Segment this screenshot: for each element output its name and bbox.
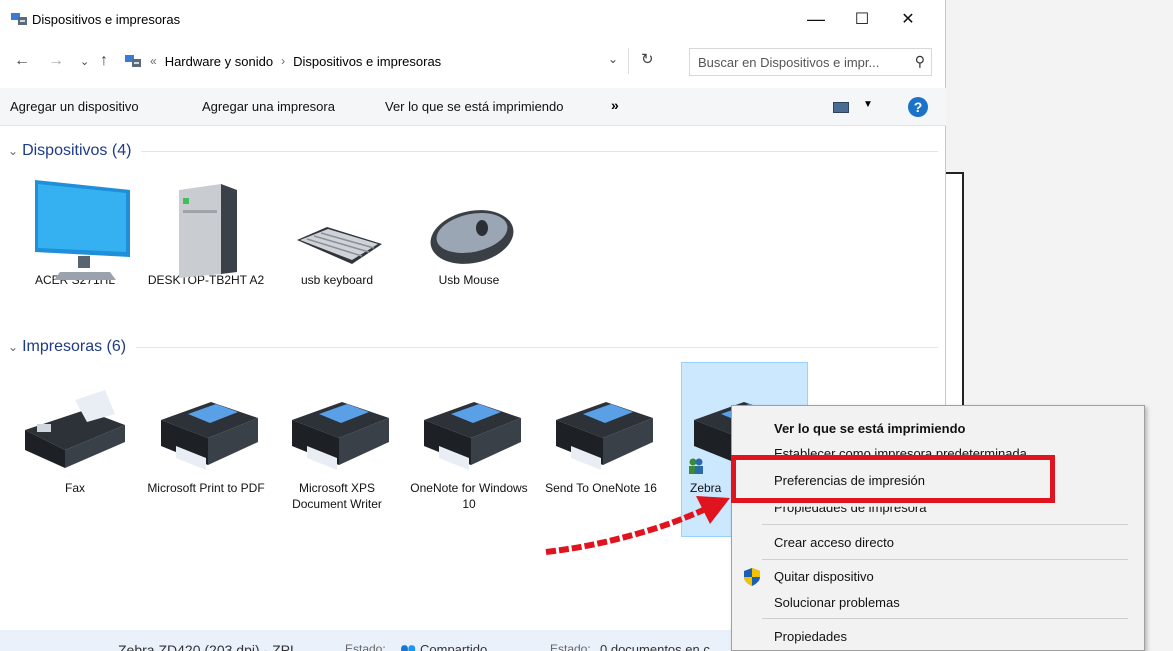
printers-group-title: Impresoras (6) xyxy=(22,338,127,355)
group-divider xyxy=(141,150,938,152)
view-options-chevron-icon[interactable]: ▼ xyxy=(863,99,873,110)
refresh-icon[interactable]: ↻ xyxy=(641,50,654,68)
context-menu: Ver lo que se está imprimiendo Establece… xyxy=(731,405,1145,651)
printer-icon xyxy=(424,402,521,470)
printer-label: Microsoft XPS Document Writer xyxy=(292,481,382,511)
status-state-label: Estado: xyxy=(345,642,386,651)
monitor-icon xyxy=(35,180,130,280)
back-arrow-icon[interactable]: ← xyxy=(14,52,30,70)
breadcrumb-devices-printers[interactable]: Dispositivos e impresoras xyxy=(293,54,441,69)
device-item-desktop[interactable]: DESKTOP-TB2HT A2 xyxy=(146,172,266,288)
address-dropdown-icon[interactable]: ⌄ xyxy=(608,52,618,66)
menu-separator xyxy=(762,559,1128,560)
add-device-button[interactable]: Agregar un dispositivo xyxy=(10,99,139,114)
command-bar: Agregar un dispositivo Agregar una impre… xyxy=(0,88,946,126)
collapse-chevron-icon[interactable]: ⌄ xyxy=(8,340,18,354)
printer-item-onenote-win10[interactable]: OneNote for Windows 10 xyxy=(409,380,529,512)
printer-label: Fax xyxy=(64,481,85,495)
change-view-icon[interactable] xyxy=(833,102,849,113)
menu-item-see-printing[interactable]: Ver lo que se está imprimiendo xyxy=(774,421,965,436)
recent-locations-chevron-icon[interactable]: ⌄ xyxy=(80,55,89,68)
forward-arrow-icon[interactable]: → xyxy=(48,52,64,70)
menu-item-remove-device[interactable]: Quitar dispositivo xyxy=(774,569,874,584)
keyboard-icon xyxy=(297,227,382,264)
printer-icon xyxy=(556,402,653,470)
devices-group-header[interactable]: ⌄ Dispositivos (4) xyxy=(8,142,938,160)
window-title: Dispositivos e impresoras xyxy=(32,12,181,27)
device-item-mouse[interactable]: Usb Mouse xyxy=(409,172,529,288)
devices-printers-icon xyxy=(125,55,141,67)
see-printing-button[interactable]: Ver lo que se está imprimiendo xyxy=(385,99,563,114)
address-bar: ← → ⌄ ↑ « Hardware y sonido › Dispositiv… xyxy=(0,44,946,80)
breadcrumb-overflow[interactable]: « xyxy=(150,54,157,68)
search-icon[interactable]: ⚲ xyxy=(915,53,925,70)
status-shared-icon: 👥 xyxy=(400,642,417,651)
printer-icon xyxy=(292,402,389,470)
menu-item-troubleshoot[interactable]: Solucionar problemas xyxy=(774,595,900,610)
status-state-label-2: Estado: xyxy=(550,642,591,651)
red-highlight-annotation xyxy=(731,455,1055,503)
group-divider xyxy=(136,346,938,348)
devices-printers-icon xyxy=(11,13,27,25)
status-documents-value: 0 documentos en c xyxy=(600,642,710,651)
printer-item-xps-writer[interactable]: Microsoft XPS Document Writer xyxy=(277,380,397,512)
menu-separator xyxy=(762,524,1128,525)
printer-item-fax[interactable]: Fax xyxy=(15,380,135,496)
printer-item-send-to-onenote[interactable]: Send To OneNote 16 xyxy=(541,380,661,496)
up-arrow-icon[interactable]: ↑ xyxy=(100,52,108,70)
close-button[interactable]: ✕ xyxy=(888,6,928,32)
fax-icon xyxy=(25,390,125,468)
device-item-keyboard[interactable]: usb keyboard xyxy=(277,172,397,288)
printer-icon xyxy=(161,402,258,470)
maximize-button[interactable]: ☐ xyxy=(842,6,882,32)
minimize-button[interactable]: — xyxy=(796,6,836,32)
device-item-monitor[interactable]: ACER S271HL xyxy=(15,172,135,288)
printer-label: Microsoft Print to PDF xyxy=(147,481,265,495)
shared-users-icon xyxy=(689,458,703,474)
menu-item-properties[interactable]: Propiedades xyxy=(774,629,847,644)
menu-item-create-shortcut[interactable]: Crear acceso directo xyxy=(774,535,894,550)
shield-icon xyxy=(744,568,760,586)
add-printer-button[interactable]: Agregar una impresora xyxy=(202,99,335,114)
collapse-chevron-icon[interactable]: ⌄ xyxy=(8,144,18,158)
breadcrumb-hardware-sound[interactable]: Hardware y sonido xyxy=(165,54,273,69)
desktop-tower-icon xyxy=(179,184,237,278)
status-device-name: Zebra ZD420 (203 dpi) - ZPL xyxy=(118,642,298,651)
printer-label: OneNote for Windows 10 xyxy=(410,481,528,511)
search-input[interactable]: Buscar en Dispositivos e impr... ⚲ xyxy=(689,48,932,76)
printer-item-print-to-pdf[interactable]: Microsoft Print to PDF xyxy=(146,380,266,496)
status-state-value: Compartido xyxy=(420,642,488,651)
title-bar: Dispositivos e impresoras — ☐ ✕ xyxy=(0,0,946,40)
mouse-icon xyxy=(430,210,514,264)
devices-group-title: Dispositivos (4) xyxy=(22,142,132,159)
red-arrow-annotation xyxy=(545,496,730,555)
breadcrumb: « Hardware y sonido › Dispositivos e imp… xyxy=(124,49,441,73)
menu-separator xyxy=(762,618,1128,619)
breadcrumb-separator[interactable]: › xyxy=(281,54,285,68)
address-divider xyxy=(628,48,629,74)
more-commands-button[interactable]: » xyxy=(611,97,619,113)
search-placeholder: Buscar en Dispositivos e impr... xyxy=(698,55,880,70)
help-icon[interactable]: ? xyxy=(908,97,928,117)
printers-group-header[interactable]: ⌄ Impresoras (6) xyxy=(8,338,938,356)
